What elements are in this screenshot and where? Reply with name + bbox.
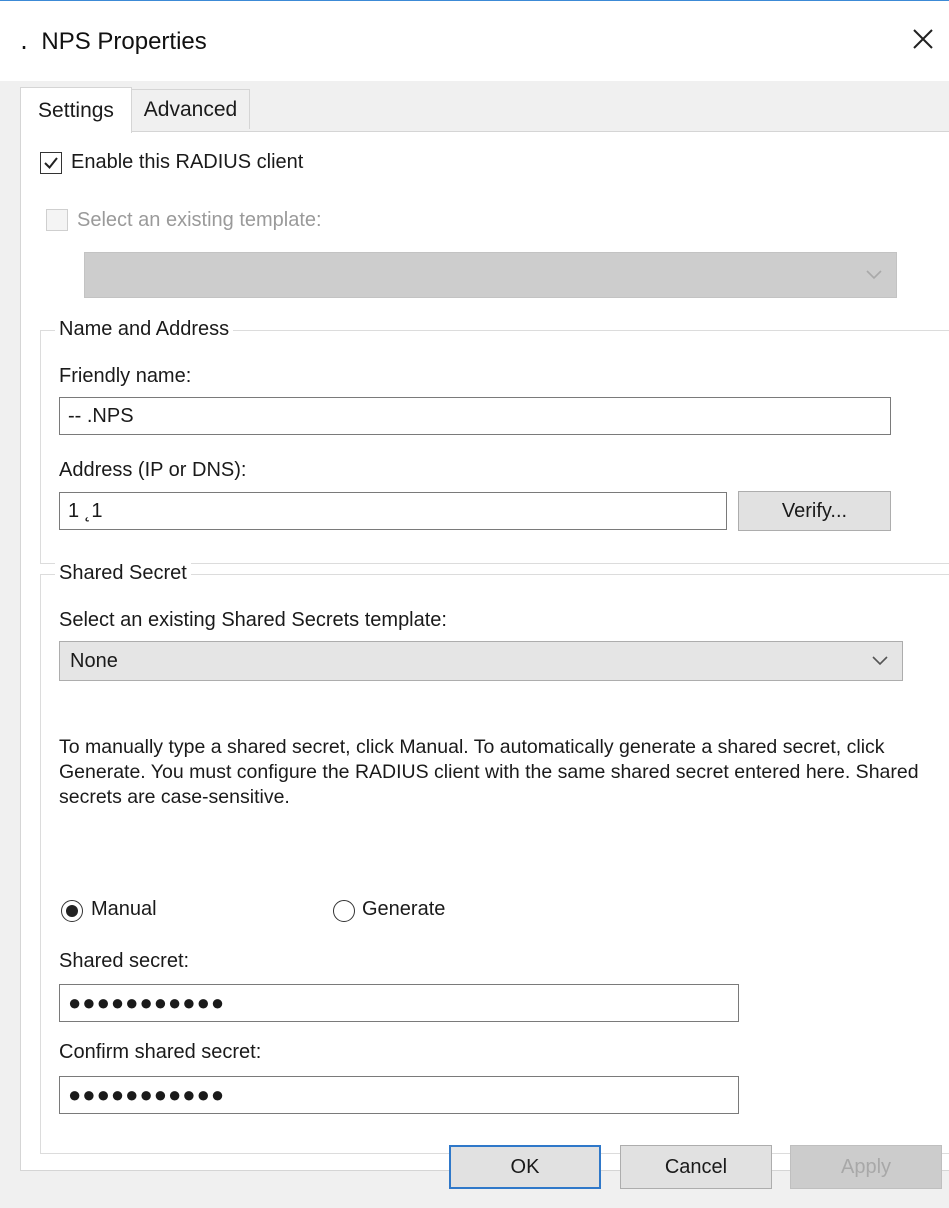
tab-advanced[interactable]: Advanced — [132, 89, 250, 129]
generate-radio[interactable] — [333, 900, 355, 922]
chevron-down-icon — [872, 656, 888, 666]
address-input[interactable]: 1 ˛1 — [59, 492, 727, 530]
shared-secret-input[interactable]: ●●●●●●●●●●● — [59, 984, 739, 1022]
shared-secret-description: To manually type a shared secret, click … — [59, 736, 919, 808]
close-icon — [913, 29, 933, 49]
name-address-group: Name and Address Friendly name: ‐‐ .NPS … — [40, 318, 949, 564]
friendly-name-input[interactable]: ‐‐ .NPS — [59, 397, 891, 435]
secret-template-label: Select an existing Shared Secrets templa… — [59, 609, 447, 631]
existing-template-label: Select an existing template: — [77, 209, 322, 231]
apply-button[interactable]: Apply — [790, 1145, 942, 1189]
ok-button[interactable]: OK — [449, 1145, 601, 1189]
enable-client-checkbox[interactable] — [40, 152, 62, 174]
tab-settings[interactable]: Settings — [20, 87, 132, 133]
existing-template-checkbox[interactable] — [46, 209, 68, 231]
confirm-secret-input[interactable]: ●●●●●●●●●●● — [59, 1076, 739, 1114]
tab-strip: Settings Advanced — [0, 81, 949, 133]
chevron-down-icon — [866, 270, 882, 280]
close-button[interactable] — [905, 21, 941, 57]
radio-selected-dot — [66, 905, 78, 917]
enable-client-label: Enable this RADIUS client — [71, 151, 304, 173]
address-label: Address (IP or DNS): — [59, 459, 247, 481]
manual-radio-label: Manual — [91, 898, 157, 920]
shared-secret-label: Shared secret: — [59, 950, 190, 972]
shared-secret-group: Shared Secret Select an existing Shared … — [40, 562, 949, 1154]
shared-secret-title: Shared Secret — [55, 562, 191, 585]
checkmark-icon — [44, 157, 58, 170]
manual-radio[interactable] — [61, 900, 83, 922]
secret-template-value: None — [70, 649, 118, 672]
generate-radio-label: Generate — [362, 898, 446, 920]
name-address-title: Name and Address — [55, 318, 234, 341]
template-combo[interactable] — [84, 252, 897, 298]
dialog-window: ․ NPS Properties Settings Advanced Enabl… — [0, 0, 949, 1208]
settings-panel: Enable this RADIUS client Select an exis… — [20, 131, 949, 1171]
title-bar: ․ NPS Properties — [0, 1, 949, 81]
friendly-name-label: Friendly name: — [59, 365, 192, 387]
confirm-secret-label: Confirm shared secret: — [59, 1041, 262, 1063]
cancel-button[interactable]: Cancel — [620, 1145, 772, 1189]
secret-template-combo[interactable]: None — [59, 641, 903, 681]
window-title: ․ NPS Properties — [20, 28, 207, 55]
verify-button[interactable]: Verify... — [738, 491, 891, 531]
